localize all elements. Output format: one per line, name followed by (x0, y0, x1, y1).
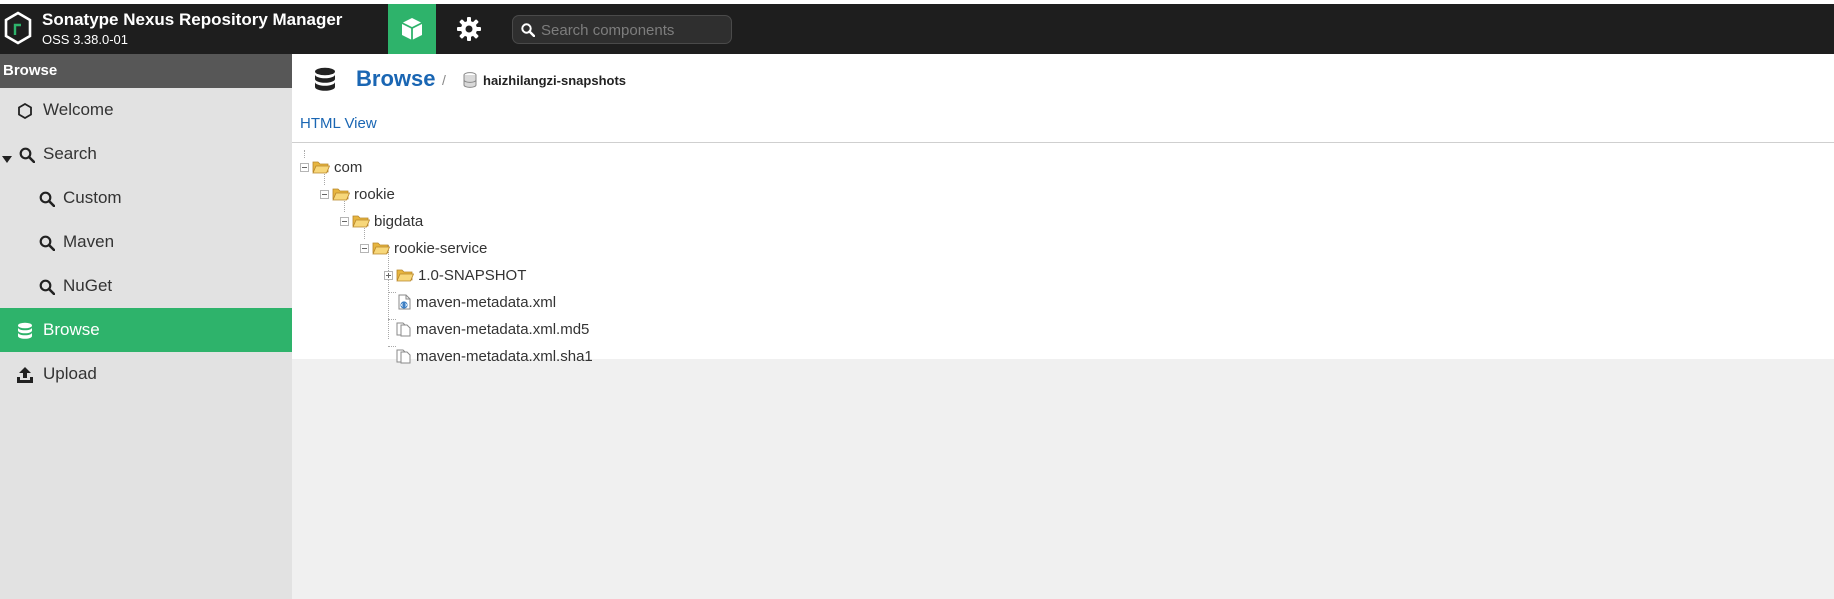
tree-node-snapshot[interactable]: 1.0-SNAPSHOT (384, 264, 526, 286)
tree-node-label: rookie-service (394, 239, 488, 257)
file-icon (396, 349, 411, 364)
search-icon (38, 190, 56, 208)
tree-node-maven-metadata-xml[interactable]: maven-metadata.xml (396, 291, 556, 313)
app-header: Sonatype Nexus Repository Manager OSS 3.… (0, 4, 1834, 54)
tree-node-label: maven-metadata.xml.md5 (416, 320, 590, 338)
sidebar-item-upload[interactable]: Upload (0, 352, 292, 396)
breadcrumb-browse-link[interactable]: Browse (356, 66, 435, 92)
cube-icon (401, 18, 423, 40)
tree-node-label: maven-metadata.xml (416, 293, 557, 311)
caret-down-icon[interactable] (2, 149, 12, 169)
sidebar-item-label: NuGet (63, 276, 113, 295)
divider (292, 142, 1834, 143)
sidebar-item-label: Maven (63, 232, 115, 251)
folder-open-icon (332, 188, 350, 201)
sidebar-item-custom[interactable]: Custom (0, 176, 292, 220)
sidebar-item-welcome[interactable]: Welcome (0, 88, 292, 132)
folder-open-icon (396, 269, 414, 282)
upload-icon (16, 366, 34, 384)
folder-open-icon (352, 215, 370, 228)
tree-node-label: maven-metadata.xml.sha1 (416, 347, 593, 365)
tree-node-label: com (334, 158, 363, 176)
database-icon (315, 67, 335, 91)
sidebar-item-nuget[interactable]: NuGet (0, 264, 292, 308)
nexus-logo-icon (4, 11, 32, 45)
search-icon (38, 234, 56, 252)
folder-open-icon (372, 242, 390, 255)
admin-mode-button[interactable] (445, 4, 493, 54)
app-version: OSS 3.38.0-01 (42, 32, 128, 47)
sidebar-item-label: Search (43, 144, 97, 163)
xml-file-icon (398, 294, 411, 310)
tree-node-maven-metadata-md5[interactable]: maven-metadata.xml.md5 (396, 318, 589, 340)
collapse-icon[interactable] (320, 189, 329, 199)
tree-node-maven-metadata-sha1[interactable]: maven-metadata.xml.sha1 (396, 345, 593, 367)
html-view-link[interactable]: HTML View (300, 115, 377, 132)
app-title: Sonatype Nexus Repository Manager (42, 10, 343, 29)
search-box[interactable] (512, 15, 732, 44)
database-icon (16, 322, 34, 340)
sidebar-item-maven[interactable]: Maven (0, 220, 292, 264)
sidebar-item-label: Custom (63, 188, 122, 207)
tree-connector (388, 319, 396, 320)
tree-node-label: bigdata (374, 212, 424, 230)
gear-icon (457, 17, 481, 41)
tree-connector (388, 292, 396, 293)
sidebar-item-label: Upload (43, 364, 97, 383)
tree-node-rookie-service[interactable]: rookie-service (360, 237, 487, 259)
collapse-icon[interactable] (340, 216, 349, 226)
breadcrumb-separator: / (442, 72, 446, 88)
tree-node-bigdata[interactable]: bigdata (340, 210, 423, 232)
sidebar-item-search[interactable]: Search (0, 132, 292, 176)
tree-connector (388, 346, 396, 347)
search-icon (521, 23, 535, 37)
expand-icon[interactable] (384, 270, 393, 280)
search-input[interactable] (539, 19, 731, 42)
hexagon-icon (16, 102, 34, 120)
collapse-icon[interactable] (300, 162, 309, 172)
search-icon (38, 278, 56, 296)
file-icon (396, 322, 411, 337)
browse-mode-button[interactable] (388, 4, 436, 54)
repository-icon (463, 72, 477, 88)
collapse-icon[interactable] (360, 243, 369, 253)
sidebar-item-label: Browse (43, 320, 100, 339)
sidebar-header: Browse (0, 54, 292, 88)
sidebar-item-browse[interactable]: Browse (0, 308, 292, 352)
sidebar: Browse Welcome Search Custom Maven NuGet (0, 54, 292, 599)
tree-node-label: rookie (354, 185, 395, 203)
folder-open-icon (312, 161, 330, 174)
tree-node-rookie[interactable]: rookie (320, 183, 395, 205)
tree-node-label: 1.0-SNAPSHOT (418, 266, 527, 284)
breadcrumb-repository[interactable]: haizhilangzi-snapshots (483, 73, 626, 88)
main-panel: Browse / haizhilangzi-snapshots HTML Vie… (292, 54, 1834, 365)
search-icon (18, 146, 36, 164)
tree-node-com[interactable]: com (300, 156, 362, 178)
sidebar-item-label: Welcome (43, 100, 114, 119)
